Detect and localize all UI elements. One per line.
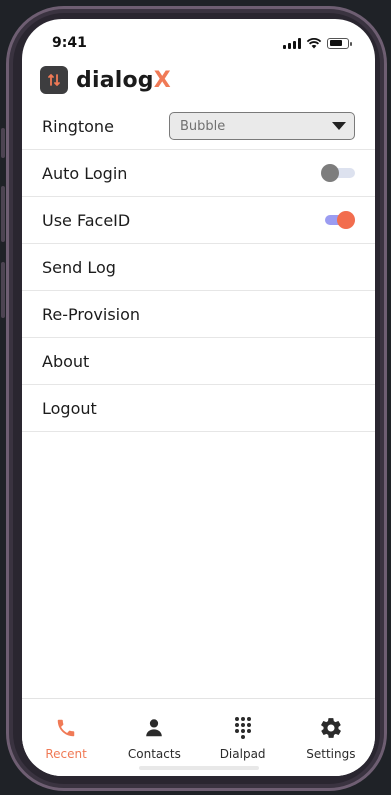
side-button-mute [1,128,5,158]
brand-header: dialogX [40,66,171,94]
home-indicator [138,766,259,770]
about-row[interactable]: About [22,338,375,385]
tab-contacts-label: Contacts [127,747,181,761]
logout-label: Logout [42,398,97,418]
ringtone-select[interactable]: Bubble [169,112,355,140]
dialpad-icon [232,715,254,741]
toggle-knob [321,164,339,182]
ringtone-label: Ringtone [42,116,114,136]
send-log-row[interactable]: Send Log [22,244,375,291]
app-name-main: dialog [76,67,154,93]
dropdown-arrow-icon [332,122,346,130]
ringtone-row: Ringtone Bubble [22,103,375,150]
settings-list: Ringtone Bubble Auto Login Use FaceID Se… [22,103,375,432]
app-name-accent: X [153,67,171,93]
tab-contacts[interactable]: Contacts [114,715,194,761]
side-button-volume-up [1,186,5,242]
dialogx-logo-icon [40,66,68,94]
status-icons [283,37,352,49]
gear-icon [319,715,343,741]
auto-login-toggle[interactable] [321,163,355,183]
status-bar: 9:41 [22,19,375,63]
auto-login-row: Auto Login [22,150,375,197]
side-button-volume-down [1,262,5,318]
status-time: 9:41 [52,35,87,51]
re-provision-label: Re-Provision [42,304,141,324]
tab-recent-label: Recent [45,747,87,761]
tab-dialpad[interactable]: Dialpad [203,715,283,761]
logout-row[interactable]: Logout [22,385,375,432]
phone-screen: 9:41 dialogX Ringtone Bubble Auto Login … [22,19,375,776]
phone-icon [55,715,77,741]
person-icon [143,715,165,741]
use-faceid-toggle[interactable] [321,210,355,230]
about-label: About [42,351,90,371]
ringtone-selected-value: Bubble [180,118,226,134]
app-name: dialogX [76,68,171,93]
wifi-icon [306,38,322,49]
tab-dialpad-label: Dialpad [219,747,266,761]
toggle-knob [337,211,355,229]
use-faceid-row: Use FaceID [22,197,375,244]
auto-login-label: Auto Login [42,163,128,183]
tab-settings[interactable]: Settings [291,715,371,761]
bottom-tab-bar: Recent Contacts Dialpad Settings [22,698,375,776]
tab-settings-label: Settings [306,747,356,761]
tab-recent[interactable]: Recent [26,715,106,761]
send-log-label: Send Log [42,257,116,277]
re-provision-row[interactable]: Re-Provision [22,291,375,338]
cellular-signal-icon [283,37,301,49]
use-faceid-label: Use FaceID [42,210,131,230]
battery-icon [327,37,352,49]
